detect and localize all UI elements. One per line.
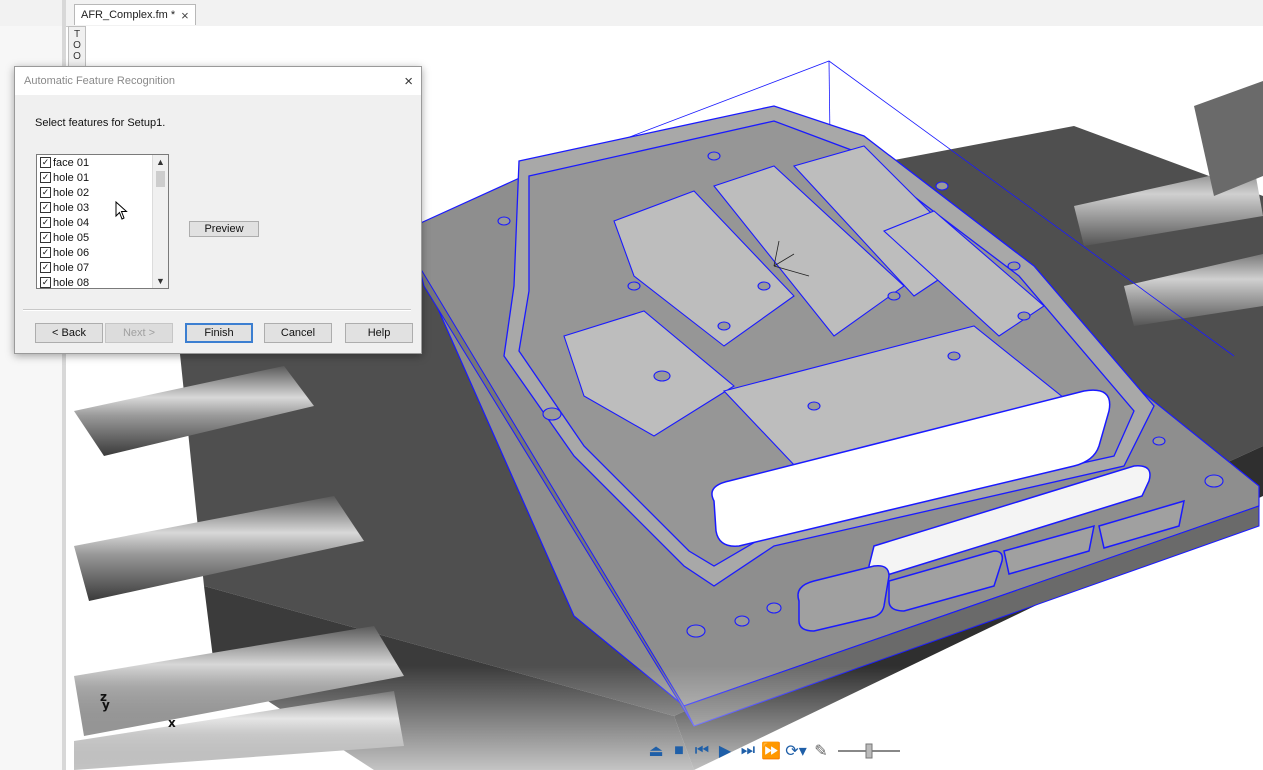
document-tab[interactable]: AFR_Complex.fm * × <box>74 4 196 25</box>
feature-checkbox[interactable]: ✓ <box>40 217 51 228</box>
tools-side-tab-label: TOO <box>71 29 83 62</box>
feature-label: hole 02 <box>53 186 90 199</box>
feature-label: face 01 <box>53 156 90 169</box>
feature-list-item[interactable]: ✓ hole 08 <box>37 275 168 289</box>
feature-checkbox[interactable]: ✓ <box>40 157 51 168</box>
feature-list-item[interactable]: ✓ hole 04 <box>37 215 168 230</box>
feature-checkbox[interactable]: ✓ <box>40 262 51 273</box>
preview-button[interactable]: Preview <box>189 221 259 237</box>
marker-pen-icon[interactable]: ✎ <box>811 740 831 762</box>
cancel-button[interactable]: Cancel <box>264 323 332 343</box>
feature-list-item[interactable]: ✓ hole 01 <box>37 170 168 185</box>
simulation-playback-bar: ⏏ ■ ⏮ ▶ ⏭ ⏩ ⟳▾ ✎ <box>646 737 904 765</box>
feature-list[interactable]: ✓ face 01 ✓ hole 01 ✓ hole 02 ✓ hole 03 ✓ hole 04… <box>36 154 169 289</box>
feature-list-item[interactable]: ✓ hole 05 <box>37 230 168 245</box>
feature-checkbox[interactable]: ✓ <box>40 187 51 198</box>
dialog-button-row: < Back Next > Finish Cancel Help <box>35 323 415 343</box>
finish-button[interactable]: Finish <box>185 323 253 343</box>
feature-checkbox[interactable]: ✓ <box>40 232 51 243</box>
feature-list-item[interactable]: ✓ hole 03 <box>37 200 168 215</box>
close-icon[interactable]: × <box>404 73 413 90</box>
feature-items: ✓ face 01 ✓ hole 01 ✓ hole 02 ✓ hole 03 ✓ hole 04… <box>37 155 168 289</box>
step-back-icon[interactable]: ⏮ <box>692 740 712 762</box>
feature-label: hole 03 <box>53 201 90 214</box>
next-button[interactable]: Next > <box>105 323 173 343</box>
scroll-up-icon[interactable]: ▲ <box>153 155 168 169</box>
feature-checkbox[interactable]: ✓ <box>40 277 51 288</box>
dialog-separator <box>23 309 411 311</box>
dialog-prompt: Select features for Setup1. <box>35 117 166 129</box>
stop-icon[interactable]: ■ <box>669 740 689 762</box>
loop-dropdown-icon[interactable]: ⟳▾ <box>784 740 808 762</box>
feature-list-item[interactable]: ✓ hole 07 <box>37 260 168 275</box>
play-icon[interactable]: ▶ <box>715 740 735 762</box>
feature-label: hole 06 <box>53 246 90 259</box>
feature-list-item[interactable]: ✓ hole 02 <box>37 185 168 200</box>
eject-icon[interactable]: ⏏ <box>646 740 666 762</box>
afr-dialog: Automatic Feature Recognition × Select f… <box>14 66 422 354</box>
feature-label: hole 01 <box>53 171 90 184</box>
feature-label: hole 05 <box>53 231 90 244</box>
close-tab-icon[interactable]: × <box>181 8 189 23</box>
feature-checkbox[interactable]: ✓ <box>40 247 51 258</box>
feature-list-item[interactable]: ✓ hole 06 <box>37 245 168 260</box>
help-button[interactable]: Help <box>345 323 413 343</box>
document-tab-strip: AFR_Complex.fm * × <box>0 0 1263 27</box>
feature-label: hole 04 <box>53 216 90 229</box>
feature-checkbox[interactable]: ✓ <box>40 172 51 183</box>
mouse-cursor-icon <box>115 201 128 220</box>
document-tab-title: AFR_Complex.fm * <box>81 9 176 21</box>
dialog-title: Automatic Feature Recognition <box>24 75 176 87</box>
triad-y-label: y <box>102 698 110 712</box>
speed-slider[interactable] <box>834 740 904 762</box>
step-forward-icon[interactable]: ⏭ <box>738 740 758 762</box>
scroll-down-icon[interactable]: ▼ <box>153 274 168 288</box>
feature-list-scrollbar[interactable]: ▲ ▼ <box>152 155 168 288</box>
feature-checkbox[interactable]: ✓ <box>40 202 51 213</box>
feature-label: hole 08 <box>53 276 90 289</box>
feature-list-item[interactable]: ✓ face 01 <box>37 155 168 170</box>
triad-x-label: x <box>168 716 176 730</box>
feature-label: hole 07 <box>53 261 90 274</box>
scroll-thumb[interactable] <box>156 171 165 187</box>
fast-forward-icon[interactable]: ⏩ <box>761 740 781 762</box>
cam-application: AFR_Complex.fm * × z y x TOO ⏏ ■ ⏮ ▶ ⏭ ⏩… <box>0 0 1263 770</box>
dialog-titlebar[interactable]: Automatic Feature Recognition × <box>15 67 421 95</box>
back-button[interactable]: < Back <box>35 323 103 343</box>
